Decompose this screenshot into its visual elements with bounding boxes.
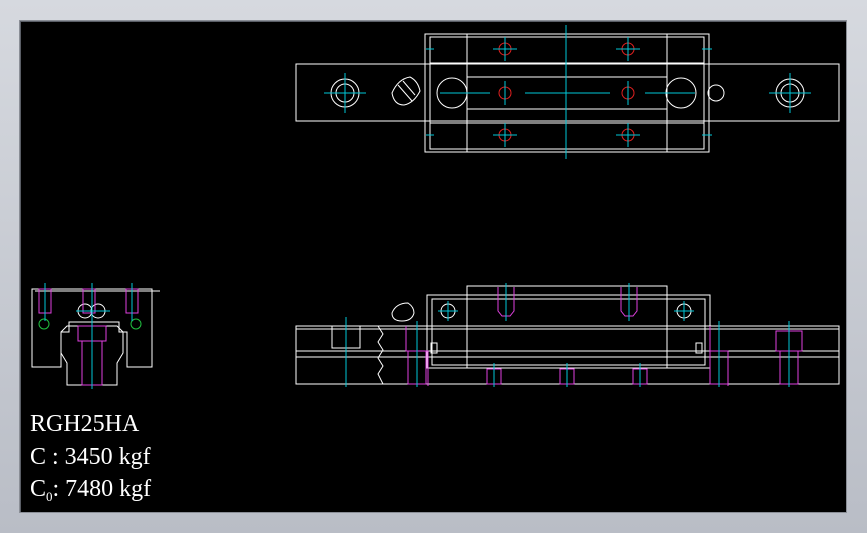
c-prefix: C	[30, 444, 47, 470]
linear-guide-drawing	[31, 25, 840, 389]
static-load-label: C0: 7480 kgf	[30, 477, 151, 509]
c0-prefix: C	[30, 476, 47, 502]
window-frame: RGH25HA C : 3450 kgf C0: 7480 kgf	[0, 0, 867, 533]
c0-value: : 7480 kgf	[52, 476, 152, 502]
model-text: RGH25HA	[30, 411, 140, 437]
grease-nipple-top	[391, 76, 421, 106]
dynamic-load-label: C : 3450 kgf	[30, 445, 151, 469]
model-label: RGH25HA	[30, 412, 139, 436]
grease-nipple-side	[391, 302, 415, 322]
c-value: : 3450 kgf	[52, 444, 151, 470]
cad-canvas[interactable]: RGH25HA C : 3450 kgf C0: 7480 kgf	[20, 21, 846, 512]
